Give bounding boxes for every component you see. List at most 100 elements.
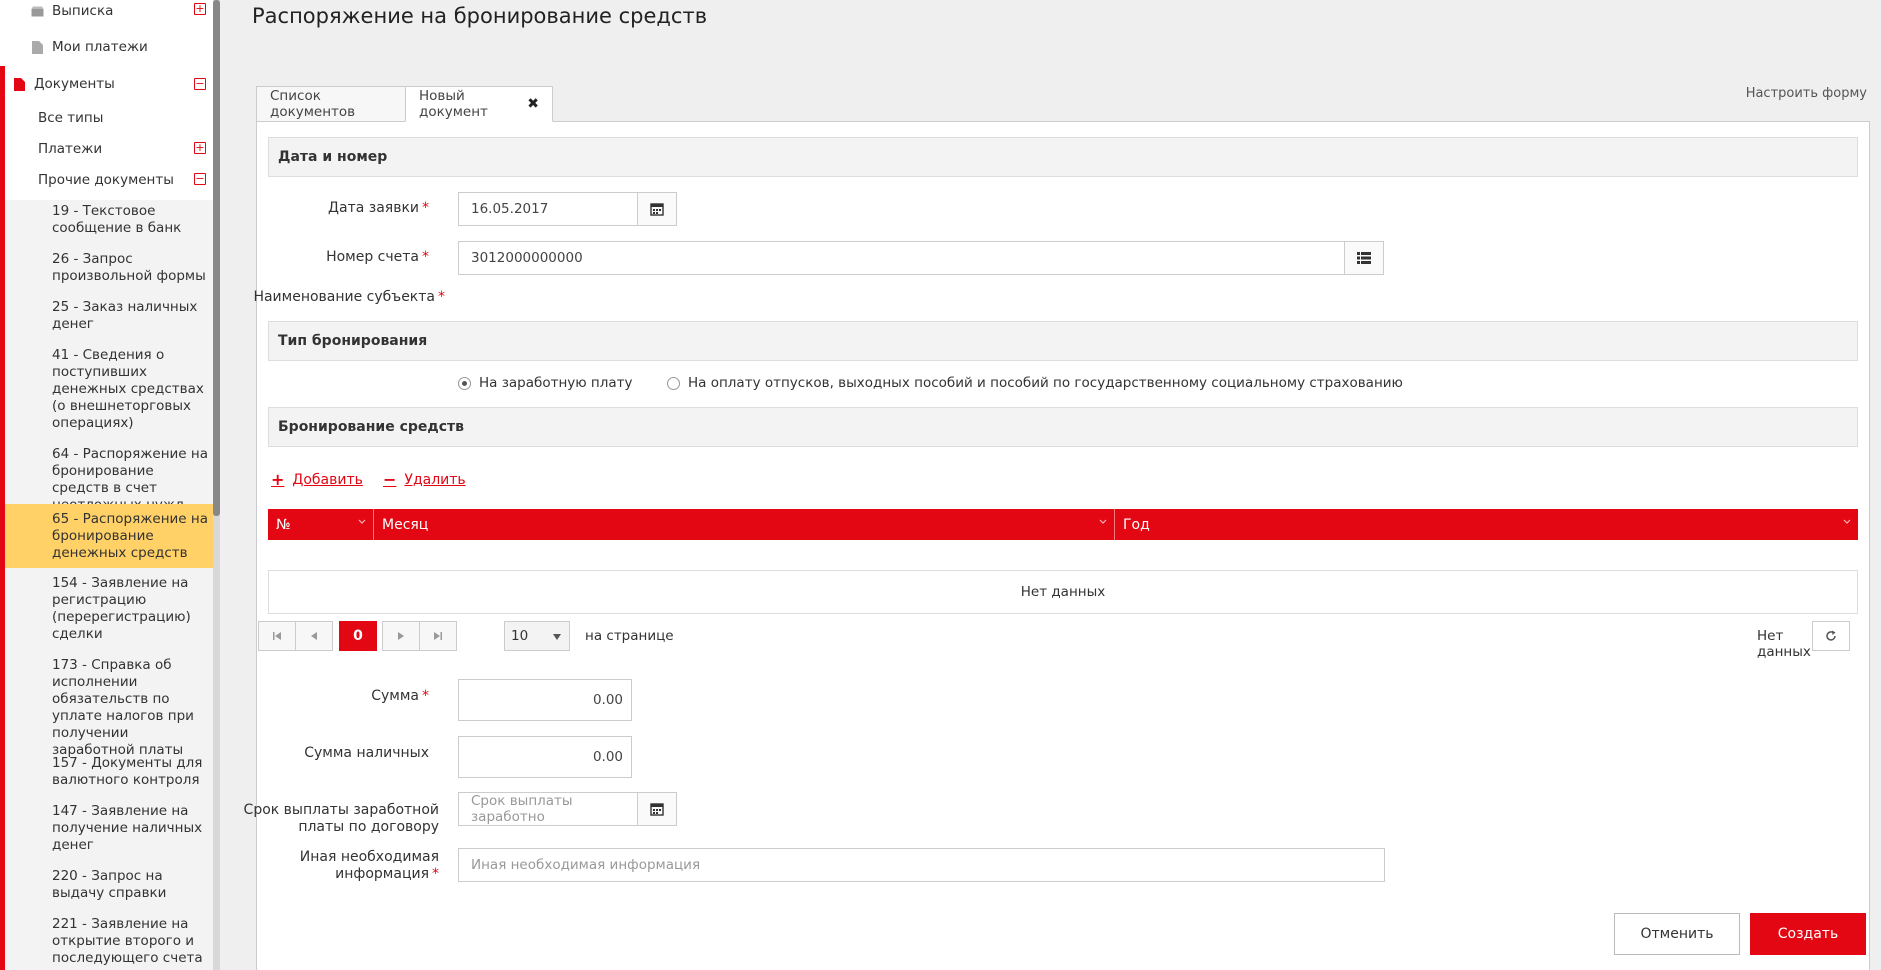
column-label: №: [276, 516, 291, 533]
radio-dot: [458, 376, 471, 390]
radio-label: На заработную плату: [479, 375, 633, 391]
sidebar-doc-item[interactable]: 26 - Запрос произвольной формы: [5, 251, 214, 287]
inbox-icon: [30, 4, 44, 18]
account-input[interactable]: 3012000000000: [458, 241, 1345, 275]
close-tab-icon[interactable]: ✖: [527, 96, 539, 112]
add-link[interactable]: + Добавить: [271, 470, 363, 489]
tab-new-document[interactable]: Новый документ ✖: [405, 86, 553, 122]
salary-term-input[interactable]: Срок выплаты заработно: [458, 792, 638, 826]
account-list-button[interactable]: [1344, 241, 1384, 275]
next-page-icon: [398, 632, 404, 640]
plus-icon: +: [271, 470, 285, 489]
calendar-button[interactable]: [637, 792, 677, 826]
column-label: Месяц: [382, 516, 429, 533]
sidebar-item-label: Выписка: [52, 3, 114, 19]
sidebar-doc-item[interactable]: 157 - Документы для валютного контроля: [5, 755, 214, 791]
sidebar: Выписка + Мои платежи Документы − Все ти…: [0, 0, 214, 970]
cash-sum-label: Сумма наличных: [304, 745, 429, 761]
account-label: Номер счета *: [326, 249, 429, 265]
sidebar-doc-item[interactable]: 220 - Запрос на выдачу справки: [5, 868, 214, 904]
sidebar-doc-item[interactable]: 154 - Заявление на регистрацию (перереги…: [5, 575, 214, 645]
sidebar-doc-item[interactable]: 173 - Справка об исполнении обязательств…: [5, 657, 214, 758]
add-label: Добавить: [292, 471, 363, 488]
column-label: Год: [1123, 516, 1150, 533]
radio-label: На оплату отпусков, выходных пособий и п…: [688, 375, 1403, 391]
subject-label: Наименование субъекта *: [253, 289, 445, 305]
refresh-button[interactable]: [1812, 621, 1850, 651]
sidebar-doc-item[interactable]: 41 - Сведения о поступивших денежных сре…: [5, 347, 214, 435]
section-reservation-funds: Бронирование средств: [268, 407, 1858, 447]
radio-vacation[interactable]: На оплату отпусков, выходных пособий и п…: [667, 375, 1403, 391]
sidebar-sub-label: Все типы: [38, 110, 104, 126]
minus-icon: −: [383, 470, 397, 489]
expand-plus-icon[interactable]: +: [194, 142, 206, 154]
per-page-label: на странице: [585, 628, 674, 644]
chevron-down-icon: [1099, 519, 1107, 524]
date-label: Дата заявки *: [328, 200, 429, 216]
page-size-value: 10: [511, 628, 529, 644]
column-number[interactable]: №: [268, 509, 374, 540]
sidebar-doc-item[interactable]: 221 - Заявление на открытие второго и по…: [5, 916, 214, 970]
sum-label: Сумма *: [371, 688, 429, 704]
first-page-icon: [273, 632, 281, 640]
pager-current-page[interactable]: 0: [339, 621, 377, 651]
sidebar-item-label: Документы: [34, 76, 115, 92]
prev-page-icon: [311, 632, 317, 640]
document-icon: [30, 40, 44, 54]
sidebar-sub-payments[interactable]: Платежи: [38, 141, 214, 157]
other-info-input[interactable]: Иная необходимая информация: [458, 848, 1385, 882]
radio-salary[interactable]: На заработную плату: [458, 375, 633, 391]
sidebar-item-label: Мои платежи: [52, 39, 148, 55]
sidebar-doc-item[interactable]: 25 - Заказ наличных денег: [5, 299, 214, 335]
sidebar-doc-item-active[interactable]: 65 - Распоряжение на бронирование денежн…: [5, 504, 214, 568]
sidebar-sub-label: Прочие документы: [38, 172, 174, 188]
calendar-icon: [650, 203, 664, 216]
form-panel: Дата и номер Дата заявки * 16.05.2017 Ном…: [244, 121, 1870, 970]
last-page-icon: [434, 632, 442, 640]
expand-plus-icon[interactable]: +: [194, 3, 206, 15]
sidebar-doc-item[interactable]: 19 - Текстовое сообщение в банк: [5, 203, 214, 239]
sidebar-item-documents[interactable]: Документы −: [0, 73, 214, 95]
tab-label: Новый документ: [419, 88, 488, 120]
collapse-minus-icon[interactable]: −: [194, 78, 206, 90]
sidebar-item-my-payments[interactable]: Мои платежи: [0, 36, 214, 58]
document-red-icon: [12, 77, 26, 91]
grid-header: № Месяц Год: [268, 509, 1858, 540]
radio-dot: [667, 376, 680, 390]
pager-last-button[interactable]: [419, 621, 457, 651]
section-date-number: Дата и номер: [268, 137, 1858, 177]
cancel-button[interactable]: Отменить: [1614, 913, 1740, 955]
refresh-icon: [1826, 630, 1836, 641]
chevron-down-icon: [358, 519, 366, 524]
list-icon: [1357, 252, 1371, 264]
page-size-select[interactable]: 10: [504, 621, 570, 651]
page-title: Распоряжение на бронирование средств: [252, 4, 708, 28]
sidebar-sub-all-types[interactable]: Все типы: [38, 110, 214, 126]
other-info-label: Иная необходимая информация *: [299, 849, 439, 882]
sidebar-sub-other-docs[interactable]: Прочие документы: [38, 172, 214, 188]
chevron-down-icon: [1843, 519, 1851, 524]
column-month[interactable]: Месяц: [374, 509, 1115, 540]
cash-sum-input[interactable]: 0.00: [458, 736, 632, 778]
create-button[interactable]: Создать: [1750, 913, 1866, 955]
column-year[interactable]: Год: [1115, 509, 1858, 540]
sidebar-item-statement[interactable]: Выписка +: [0, 0, 214, 22]
tab-label: Список документов: [270, 88, 356, 120]
caret-down-icon: [553, 634, 561, 640]
grid-empty-row: Нет данных: [268, 570, 1858, 614]
pager-prev-button[interactable]: [295, 621, 333, 651]
sidebar-doc-item[interactable]: 147 - Заявление на получение наличных де…: [5, 803, 214, 855]
salary-term-label: Срок выплаты заработной платы по договор…: [243, 802, 439, 835]
collapse-minus-icon[interactable]: −: [194, 173, 206, 185]
sum-input[interactable]: 0.00: [458, 679, 632, 721]
sidebar-doc-item[interactable]: 64 - Распоряжение на бронирование средст…: [5, 446, 214, 513]
delete-label: Удалить: [404, 471, 466, 488]
calendar-button[interactable]: [637, 192, 677, 226]
pager-first-button[interactable]: [258, 621, 296, 651]
date-input[interactable]: 16.05.2017: [458, 192, 638, 226]
sidebar-sub-label: Платежи: [38, 141, 103, 157]
delete-link[interactable]: − Удалить: [383, 470, 466, 489]
configure-form-link[interactable]: Настроить форму: [1746, 86, 1867, 101]
tab-document-list[interactable]: Список документов: [256, 86, 406, 122]
pager-next-button[interactable]: [382, 621, 420, 651]
